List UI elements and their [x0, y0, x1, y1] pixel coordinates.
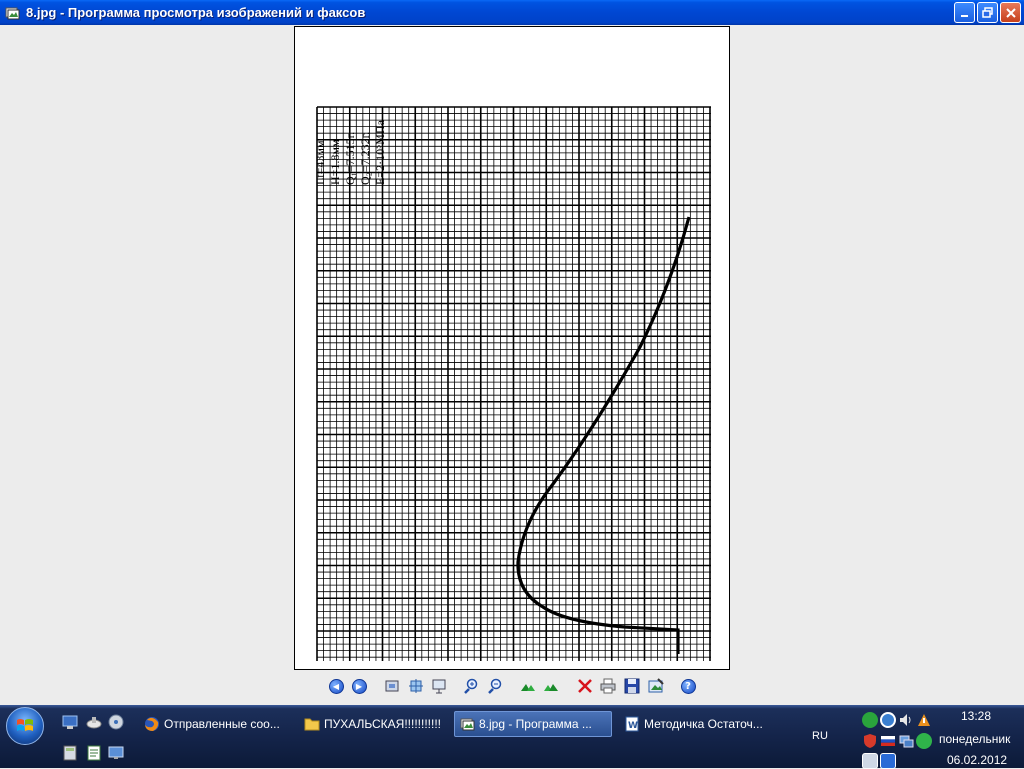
icq-icon[interactable] [916, 733, 932, 749]
shield-icon[interactable] [862, 733, 878, 749]
windows-logo-icon [17, 719, 33, 731]
actual-size-button[interactable] [407, 677, 425, 695]
start-button[interactable] [6, 707, 44, 745]
edit-icon [648, 678, 664, 693]
save-icon [624, 678, 640, 694]
slideshow-icon [432, 679, 446, 694]
actual-size-icon [409, 679, 423, 693]
image-parameters: Lt=43мм H=1.8мм Q₁=7.515г. Q₂=7.232г. E=… [313, 119, 387, 185]
zoom-out-button[interactable] [486, 677, 504, 695]
monitor-icon[interactable] [108, 745, 124, 761]
print-button[interactable] [599, 677, 617, 695]
firefox-icon [145, 717, 159, 731]
rotate-clockwise-icon [521, 684, 535, 691]
taskbar-item-firefox[interactable]: Отправленные соо... [140, 711, 288, 737]
svg-text:W: W [628, 721, 638, 731]
taskbar-item-folder[interactable]: ПУХАЛЬСКАЯ!!!!!!!!!!! [300, 711, 448, 737]
displayed-image[interactable]: Lt=43мм H=1.8мм Q₁=7.515г. Q₂=7.232г. E=… [294, 26, 730, 670]
zoom-in-button[interactable] [462, 677, 480, 695]
minimize-icon [960, 14, 968, 17]
param-q1: Q₁=7.515г. [343, 132, 357, 185]
previous-icon: ◀ [328, 678, 344, 694]
browser-tray-icon[interactable] [880, 712, 896, 728]
taskbar-item-label: ПУХАЛЬСКАЯ!!!!!!!!!!! [324, 717, 442, 731]
show-desktop-icon[interactable] [62, 714, 78, 730]
edit-button[interactable] [647, 677, 665, 695]
taskbar-item-label: 8.jpg - Программа ... [479, 717, 592, 731]
graph-curve [516, 216, 691, 654]
volume-icon[interactable] [898, 712, 914, 728]
image-viewer-icon [460, 718, 475, 731]
clock-date: 06.02.2012 [947, 753, 1008, 767]
param-h: H=1.8мм [328, 139, 342, 185]
taskbar-item-label: Отправленные соо... [164, 717, 280, 731]
image-viewer-area: Lt=43мм H=1.8мм Q₁=7.515г. Q₂=7.232г. E=… [0, 25, 1024, 705]
notepad-icon[interactable] [86, 745, 102, 761]
restore-button[interactable] [977, 2, 998, 23]
param-e: E=2·10⁵МПа [373, 119, 387, 185]
next-icon: ▶ [351, 678, 367, 694]
help-button[interactable]: ? [679, 677, 697, 695]
vk-icon[interactable] [880, 753, 896, 769]
clock-day: понедельник [939, 732, 1011, 746]
print-icon [600, 678, 616, 694]
taskbar: Отправленные соо... ПУХАЛЬСКАЯ!!!!!!!!!!… [0, 705, 1024, 769]
calculator-icon[interactable] [62, 745, 78, 761]
rotate-counterclockwise-icon [544, 684, 558, 691]
delete-icon [578, 679, 592, 693]
taskbar-item-word-document[interactable]: W Методичка Остаточ... [620, 711, 770, 737]
taskbar-item-label: Методичка Остаточ... [644, 717, 763, 731]
delete-button[interactable] [576, 677, 594, 695]
slideshow-button[interactable] [430, 677, 448, 695]
media-player-icon[interactable] [108, 714, 124, 730]
viewer-toolbar: ◀ ▶ ? [0, 677, 1024, 701]
clock-time[interactable]: 13:28 [961, 709, 991, 723]
restore-icon [982, 7, 993, 18]
close-button[interactable] [1000, 2, 1021, 23]
next-image-button[interactable]: ▶ [350, 677, 368, 695]
image-viewer-icon [5, 7, 20, 19]
zoom-out-icon [488, 678, 502, 694]
word-document-icon: W [625, 716, 639, 732]
window-title: 8.jpg - Программа просмотра изображений … [26, 5, 366, 20]
network-drive-icon[interactable] [86, 714, 102, 730]
app-tray-icon[interactable] [862, 753, 878, 769]
title-bar[interactable]: 8.jpg - Программа просмотра изображений … [0, 0, 1024, 25]
folder-icon [304, 718, 320, 731]
warning-icon[interactable] [916, 712, 932, 728]
previous-image-button[interactable]: ◀ [327, 677, 345, 695]
russian-flag-icon[interactable] [880, 733, 896, 749]
param-lt: Lt=43мм [313, 140, 327, 185]
minimize-button[interactable] [954, 2, 975, 23]
rotate-clockwise-button[interactable] [519, 677, 537, 695]
zoom-in-icon [464, 678, 478, 694]
taskbar-item-image-viewer[interactable]: 8.jpg - Программа ... [454, 711, 612, 737]
best-fit-icon [385, 680, 399, 692]
close-icon [1005, 7, 1016, 18]
rotate-counterclockwise-button[interactable] [542, 677, 560, 695]
best-fit-button[interactable] [383, 677, 401, 695]
param-q2: Q₂=7.232г. [358, 132, 372, 185]
help-icon: ? [680, 678, 696, 694]
network-icon[interactable] [898, 733, 914, 749]
save-button[interactable] [623, 677, 641, 695]
language-indicator[interactable]: RU [812, 730, 828, 742]
utorrent-icon[interactable] [862, 712, 878, 728]
